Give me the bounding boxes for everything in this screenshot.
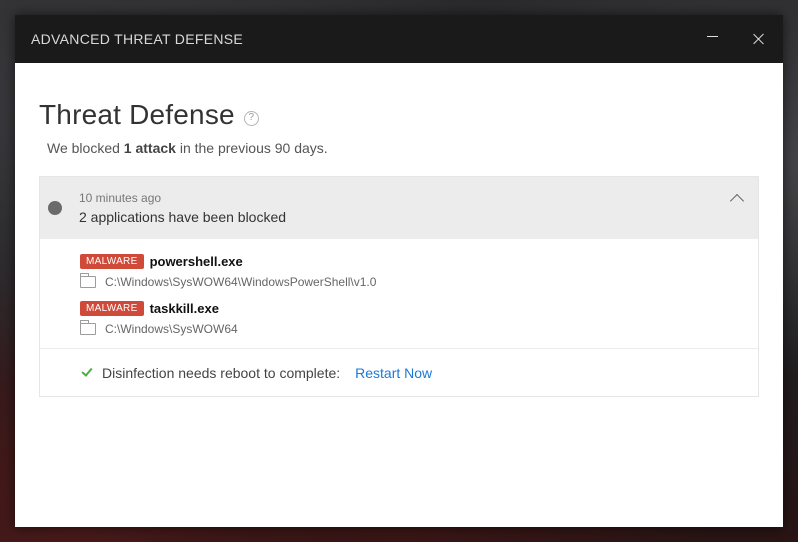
folder-icon: [80, 273, 96, 288]
event-header-text: 10 minutes ago 2 applications have been …: [79, 191, 286, 225]
check-icon: [81, 365, 93, 377]
summary-prefix: We blocked: [47, 140, 124, 156]
app-row: MALWARE taskkill.exe: [80, 301, 758, 316]
malware-badge: MALWARE: [80, 254, 144, 269]
event-time: 10 minutes ago: [79, 191, 162, 205]
event-description: 2 applications have been blocked: [79, 209, 287, 225]
main-content: Threat Defense ? We blocked 1 attack in …: [15, 99, 783, 397]
reboot-message: Disinfection needs reboot to complete:: [102, 364, 341, 381]
malware-badge: MALWARE: [80, 301, 144, 316]
close-icon: [753, 33, 765, 45]
blocked-app-item: MALWARE taskkill.exe C:\Windows\SysWOW64: [80, 301, 758, 336]
path-row: C:\Windows\SysWOW64\WindowsPowerShell\v1…: [80, 273, 758, 289]
blocked-app-item: MALWARE powershell.exe C:\Windows\SysWOW…: [80, 254, 758, 289]
summary-suffix: in the previous 90 days.: [175, 140, 328, 156]
minimize-button[interactable]: [689, 15, 735, 63]
window-title: ADVANCED THREAT DEFENSE: [31, 31, 244, 47]
reboot-status-row: Disinfection needs reboot to complete: R…: [40, 348, 758, 396]
status-dot-icon: [48, 201, 62, 215]
folder-icon: [80, 320, 96, 335]
minimize-icon: [706, 35, 718, 37]
chevron-up-icon[interactable]: [729, 193, 745, 209]
help-icon[interactable]: ?: [243, 110, 259, 126]
app-path: C:\Windows\SysWOW64: [105, 322, 238, 336]
attack-count: 1 attack: [123, 140, 176, 156]
title-bar[interactable]: ADVANCED THREAT DEFENSE: [15, 15, 783, 63]
event-details: MALWARE powershell.exe C:\Windows\SysWOW…: [40, 239, 758, 336]
app-name: powershell.exe: [149, 254, 243, 269]
heading-row: Threat Defense ?: [39, 99, 759, 131]
threat-defense-window: ADVANCED THREAT DEFENSE Threat Defense ?…: [15, 15, 783, 527]
page-title: Threat Defense: [39, 99, 235, 130]
app-name: taskkill.exe: [149, 301, 219, 316]
attack-summary: We blocked 1 attack in the previous 90 d…: [47, 140, 759, 156]
app-path: C:\Windows\SysWOW64\WindowsPowerShell\v1…: [105, 275, 377, 289]
path-row: C:\Windows\SysWOW64: [80, 320, 758, 336]
event-header[interactable]: 10 minutes ago 2 applications have been …: [40, 177, 758, 239]
app-row: MALWARE powershell.exe: [80, 254, 758, 269]
restart-now-link[interactable]: Restart Now: [355, 365, 432, 381]
event-panel: 10 minutes ago 2 applications have been …: [39, 176, 759, 397]
close-button[interactable]: [736, 15, 782, 63]
